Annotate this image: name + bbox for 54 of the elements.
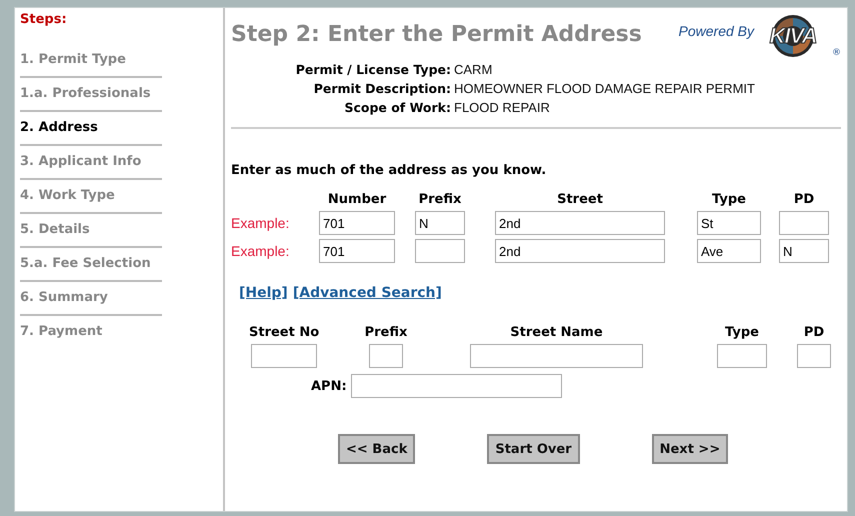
step-item[interactable]: 1.a. Professionals bbox=[20, 78, 162, 112]
info-label: Scope of Work: bbox=[343, 100, 451, 115]
example-field[interactable]: 2nd bbox=[495, 239, 665, 263]
example-label: Example: bbox=[231, 243, 290, 259]
example-label: Example: bbox=[231, 215, 290, 231]
step-item[interactable]: 5.a. Fee Selection bbox=[20, 248, 162, 282]
step-item[interactable]: 7. Payment bbox=[20, 316, 162, 350]
step-item[interactable]: 1. Permit Type bbox=[20, 44, 162, 78]
column-heading: Prefix bbox=[364, 325, 408, 340]
info-label: Permit / License Type: bbox=[294, 62, 451, 77]
next-button[interactable]: Next >> bbox=[652, 434, 728, 464]
column-heading: PD bbox=[792, 192, 816, 207]
help-link[interactable]: [Help] bbox=[239, 285, 288, 301]
apn-field[interactable] bbox=[350, 374, 562, 398]
column-heading: Number bbox=[326, 192, 388, 207]
address-field[interactable] bbox=[717, 344, 767, 368]
step-item[interactable]: 6. Summary bbox=[20, 282, 162, 316]
address-field[interactable] bbox=[797, 344, 831, 368]
info-value: CARM bbox=[454, 62, 494, 77]
column-heading: Type bbox=[724, 325, 760, 340]
example-field[interactable]: 2nd bbox=[495, 211, 665, 235]
steps-heading: Steps: bbox=[20, 12, 68, 29]
start-over-button[interactable]: Start Over bbox=[487, 434, 580, 464]
back-button[interactable]: << Back bbox=[338, 434, 416, 464]
info-value: FLOOD REPAIR bbox=[454, 100, 551, 115]
address-field[interactable] bbox=[470, 344, 643, 368]
column-heading: Street Name bbox=[509, 325, 604, 340]
apn-label: APN: bbox=[311, 378, 347, 394]
step-item[interactable]: 4. Work Type bbox=[20, 180, 162, 214]
info-value: HOMEOWNER FLOOD DAMAGE REPAIR PERMIT bbox=[454, 81, 756, 96]
column-heading: Prefix bbox=[418, 192, 462, 207]
column-heading: Street bbox=[556, 192, 604, 207]
registered-mark: ® bbox=[832, 48, 841, 58]
address-field[interactable] bbox=[369, 344, 403, 368]
example-field[interactable]: 701 bbox=[319, 239, 395, 263]
example-field[interactable]: N bbox=[415, 211, 465, 235]
example-field[interactable] bbox=[415, 239, 465, 263]
example-field[interactable]: Ave bbox=[697, 239, 761, 263]
column-heading: PD bbox=[802, 325, 826, 340]
example-field[interactable]: N bbox=[779, 239, 829, 263]
example-field[interactable] bbox=[779, 211, 829, 235]
step-item[interactable]: 5. Details bbox=[20, 214, 162, 248]
address-field[interactable] bbox=[251, 344, 317, 368]
step-item[interactable]: 3. Applicant Info bbox=[20, 146, 162, 180]
powered-by-text: Powered By bbox=[678, 23, 754, 39]
advanced-search-link[interactable]: [Advanced Search] bbox=[292, 285, 442, 301]
instruction-text: Enter as much of the address as you know. bbox=[231, 163, 548, 178]
example-field[interactable]: 701 bbox=[319, 211, 395, 235]
column-heading: Type bbox=[711, 192, 747, 207]
step-item[interactable]: 2. Address bbox=[20, 112, 162, 146]
info-label: Permit Description: bbox=[312, 81, 451, 96]
page-title: Step 2: Enter the Permit Address bbox=[231, 22, 642, 47]
example-field[interactable]: St bbox=[697, 211, 761, 235]
column-heading: Street No bbox=[249, 325, 319, 340]
